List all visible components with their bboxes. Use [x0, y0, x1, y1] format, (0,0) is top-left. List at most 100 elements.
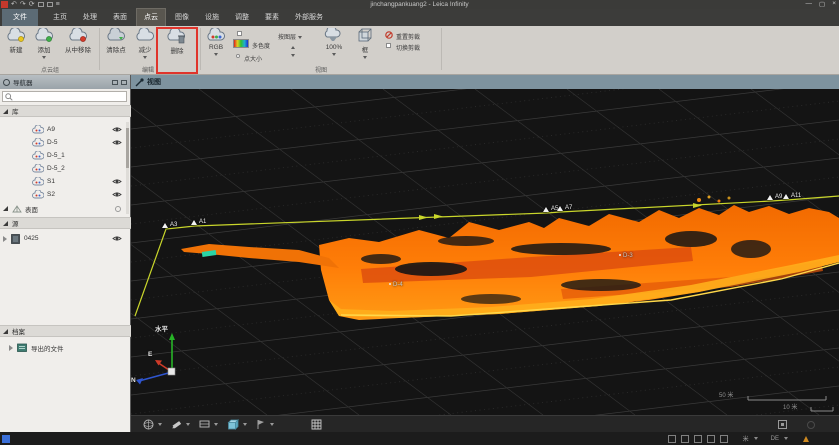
status-view-icon[interactable]	[668, 435, 676, 443]
new-pointcloud-button[interactable]: 新建	[2, 28, 30, 54]
clear-points-button[interactable]: 清除点	[101, 28, 131, 54]
search-input[interactable]	[13, 92, 126, 101]
orbit-caret-icon	[158, 423, 162, 426]
status-report-icon[interactable]	[681, 435, 689, 443]
view-option-checkbox[interactable]	[237, 31, 242, 36]
toggle-clip-label[interactable]: 切换剪裁	[396, 43, 420, 52]
spin-down-icon[interactable]	[291, 54, 295, 57]
tree-section-sources[interactable]: 源	[0, 217, 131, 229]
point-size-label[interactable]: 点大小	[244, 54, 262, 63]
visibility-eye-icon[interactable]	[112, 235, 122, 242]
toggle-clip-checkbox[interactable]	[386, 43, 391, 48]
tree-item-pointcloud[interactable]: A9	[0, 123, 126, 136]
survey-marker[interactable]: A9	[767, 194, 782, 200]
cloud-filter-icon	[323, 28, 345, 43]
tree-item-pointcloud[interactable]: D-5_2	[0, 162, 126, 175]
tab-adjustments[interactable]: 调整	[228, 9, 256, 26]
rgb-button[interactable]: RGB	[203, 28, 229, 58]
tab-processing[interactable]: 处理	[76, 9, 104, 26]
orbit-tool-button[interactable]	[143, 419, 162, 430]
flag-tool-button[interactable]	[256, 419, 274, 430]
visibility-eye-icon[interactable]	[112, 139, 122, 146]
collapse-icon[interactable]	[3, 236, 7, 242]
scale-bar-10: 10 米	[783, 402, 797, 411]
by-layer-dropdown[interactable]: 按图层	[278, 32, 302, 41]
cloud-remove-icon	[68, 28, 88, 43]
viewport-3d[interactable]: 视图	[131, 75, 839, 432]
tab-file[interactable]: 文件	[2, 9, 38, 26]
exported-files-icon	[17, 343, 27, 352]
maximize-button[interactable]: ▢	[819, 0, 825, 8]
spin-up-icon[interactable]	[291, 46, 295, 49]
tab-surfaces[interactable]: 表面	[106, 9, 134, 26]
close-button[interactable]: ×	[832, 0, 836, 8]
tab-services[interactable]: 外部服务	[288, 9, 330, 26]
scene-3d[interactable]: A3 A1 A5 A7 A9 A11 D-4 D-3 水平 E N 50 米 1…	[131, 89, 839, 415]
multicolor-gradient-icon[interactable]	[233, 39, 249, 48]
edit-tool-button[interactable]	[171, 419, 190, 430]
add-to-pointcloud-button[interactable]: 添加	[31, 28, 57, 61]
tree-item-pointcloud[interactable]: D-5_1	[0, 149, 126, 162]
axis-north	[139, 372, 172, 381]
survey-marker[interactable]: A1	[191, 219, 206, 225]
navigator-search[interactable]	[2, 91, 127, 102]
tab-features[interactable]: 要素	[258, 9, 286, 26]
box-caret-icon	[363, 56, 367, 59]
pointcloud-item-icon	[32, 190, 44, 199]
surface-icon	[12, 205, 22, 213]
tab-home[interactable]: 主页	[46, 9, 74, 26]
reset-clip-icon[interactable]	[385, 31, 393, 39]
tree-item-surfaces[interactable]: 表面	[0, 202, 126, 215]
status-window-icon[interactable]	[720, 435, 728, 443]
tab-pointcloud[interactable]: 点云	[136, 8, 166, 26]
visibility-eye-icon[interactable]	[112, 178, 122, 185]
status-layout-icon[interactable]	[707, 435, 715, 443]
survey-marker[interactable]: A7	[557, 205, 572, 211]
point-size-radio[interactable]	[236, 54, 240, 58]
group-label-view: 视图	[203, 65, 439, 74]
expand-view-icon[interactable]	[778, 420, 787, 429]
remove-from-pointcloud-button[interactable]: 从中移除	[58, 28, 98, 54]
source-file-icon	[11, 234, 20, 244]
ribbon-separator	[441, 28, 442, 70]
navigator-icon	[3, 79, 10, 86]
tab-imaging[interactable]: 图像	[168, 9, 196, 26]
close-panel-icon[interactable]	[121, 80, 127, 85]
tab-infrastructure[interactable]: 设施	[198, 9, 226, 26]
tree-item-exported-files[interactable]: 导出的文件	[0, 341, 126, 354]
expand-icon[interactable]	[3, 206, 8, 211]
length-unit-selector[interactable]: 米	[743, 434, 749, 443]
minimize-button[interactable]: —	[806, 0, 813, 8]
dock-icon[interactable]	[112, 80, 118, 85]
reduce-button[interactable]: 减少	[133, 28, 157, 61]
layers-caret-icon	[214, 423, 218, 426]
navigator-header: 导航器	[0, 75, 130, 89]
expand-icon[interactable]	[3, 221, 8, 226]
tree-item-pointcloud[interactable]: S2	[0, 188, 126, 201]
survey-marker[interactable]: A11	[783, 193, 801, 199]
multicolor-label[interactable]: 多色度	[252, 41, 270, 50]
zoom-100-button[interactable]: 100%	[320, 28, 348, 58]
collapse-icon[interactable]	[9, 345, 13, 351]
tree-item-pointcloud[interactable]: S1	[0, 175, 126, 188]
expand-icon[interactable]	[3, 109, 8, 114]
tree-item-pointcloud[interactable]: D-5	[0, 136, 126, 149]
survey-marker[interactable]: A3	[162, 222, 177, 228]
visibility-eye-icon[interactable]	[112, 126, 122, 133]
red-annotation-box	[156, 27, 198, 74]
angle-unit-selector[interactable]: DE	[771, 436, 779, 442]
box-view-button[interactable]: 框	[354, 28, 376, 61]
visibility-eye-icon[interactable]	[112, 191, 122, 198]
status-flag-icon[interactable]	[803, 436, 809, 442]
layers-tool-button[interactable]	[199, 419, 218, 429]
reset-clip-label[interactable]: 重置剪裁	[396, 32, 420, 41]
status-save-icon[interactable]	[694, 435, 702, 443]
grid-toggle-button[interactable]	[311, 419, 322, 430]
tree-section-archive[interactable]: 档案	[0, 325, 131, 337]
tree-section-library[interactable]: 库	[0, 105, 131, 117]
cube-view-button[interactable]	[227, 419, 247, 430]
add-caret-icon	[42, 56, 46, 59]
tree-scrollbar[interactable]	[126, 122, 129, 214]
tree-item-source[interactable]: 0425	[0, 232, 126, 245]
expand-icon[interactable]	[3, 329, 8, 334]
